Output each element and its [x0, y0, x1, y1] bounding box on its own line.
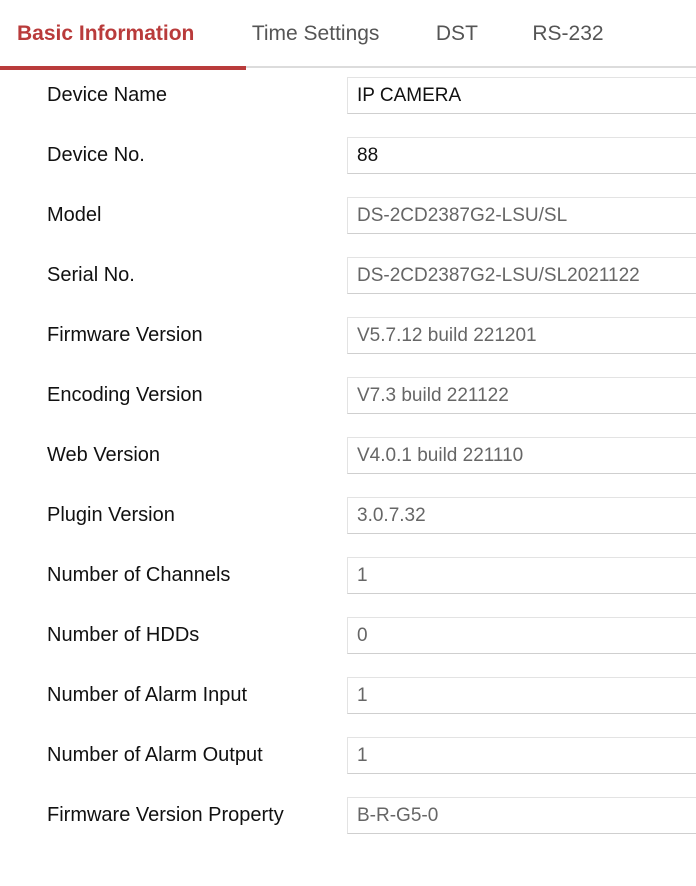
- form-row: Device No. 88: [0, 137, 696, 197]
- field-label: Number of HDDs: [47, 624, 200, 646]
- field-label: Model: [47, 204, 102, 226]
- field-label: Web Version: [47, 444, 161, 466]
- tab-dst[interactable]: DST: [436, 0, 478, 68]
- tab-time-settings[interactable]: Time Settings: [252, 0, 380, 68]
- form-row: Web Version V4.0.1 build 221110: [0, 437, 696, 497]
- tab-rs-232[interactable]: RS-232: [532, 0, 603, 68]
- form-row: Number of Channels 1: [0, 557, 696, 617]
- basic-information-page: Basic Information Time Settings DST RS-2…: [0, 0, 696, 886]
- readonly-field: 1: [347, 737, 696, 774]
- form-row: Serial No. DS-2CD2387G2-LSU/SL2021122: [0, 257, 696, 317]
- form-row: Number of Alarm Input 1: [0, 677, 696, 737]
- readonly-field: DS-2CD2387G2-LSU/SL: [347, 197, 696, 234]
- field-label: Number of Alarm Output: [47, 744, 263, 766]
- form-row: Firmware Version V5.7.12 build 221201: [0, 317, 696, 377]
- readonly-field: V4.0.1 build 221110: [347, 437, 696, 474]
- readonly-field: 3.0.7.32: [347, 497, 696, 534]
- form-row: Model DS-2CD2387G2-LSU/SL: [0, 197, 696, 257]
- readonly-field: DS-2CD2387G2-LSU/SL2021122: [347, 257, 696, 294]
- field-label: Device Name: [47, 84, 168, 106]
- form-row: Device Name IP CAMERA: [0, 77, 696, 137]
- form-row: Number of Alarm Output 1: [0, 737, 696, 797]
- readonly-field: 1: [347, 677, 696, 714]
- text-input[interactable]: 88: [347, 137, 696, 174]
- readonly-field: B-R-G5-0: [347, 797, 696, 834]
- field-label: Firmware Version: [47, 324, 203, 346]
- field-label: Firmware Version Property: [47, 804, 284, 826]
- form-row: Encoding Version V7.3 build 221122: [0, 377, 696, 437]
- field-label: Number of Channels: [47, 564, 231, 586]
- form-row: Firmware Version Property B-R-G5-0: [0, 797, 696, 857]
- readonly-field: V7.3 build 221122: [347, 377, 696, 414]
- field-label: Encoding Version: [47, 384, 203, 406]
- field-label: Number of Alarm Input: [47, 684, 248, 706]
- readonly-field: 0: [347, 617, 696, 654]
- device-information-form: Device Name IP CAMERA Device No. 88 Model DS-…: [0, 68, 696, 857]
- field-label: Device No.: [47, 144, 145, 166]
- readonly-field: V5.7.12 build 221201: [347, 317, 696, 354]
- form-row: Plugin Version 3.0.7.32: [0, 497, 696, 557]
- readonly-field: 1: [347, 557, 696, 594]
- field-label: Plugin Version: [47, 504, 175, 526]
- form-row: Number of HDDs 0: [0, 617, 696, 677]
- field-label: Serial No.: [47, 264, 135, 286]
- settings-tab-bar: Basic Information Time Settings DST RS-2…: [0, 0, 696, 70]
- active-tab-indicator: [0, 66, 246, 70]
- text-input[interactable]: IP CAMERA: [347, 77, 696, 114]
- tab-basic-information[interactable]: Basic Information: [17, 0, 194, 68]
